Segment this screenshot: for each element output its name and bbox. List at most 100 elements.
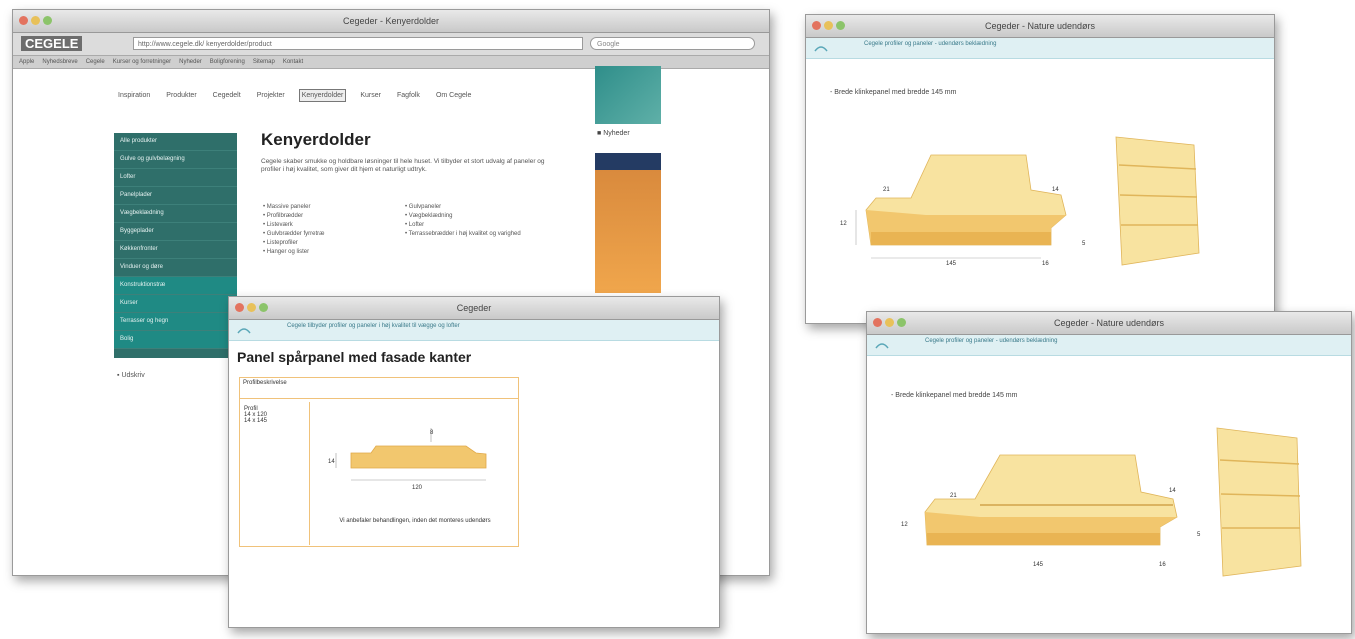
side-menu-item[interactable]: Køkkenfronter bbox=[114, 241, 237, 259]
bullet-link[interactable]: Vægbeklædning bbox=[405, 212, 545, 221]
ad-banner-wood[interactable] bbox=[595, 153, 661, 293]
dim-label: 8 bbox=[430, 430, 434, 436]
bullet-link[interactable]: Hanger og lister bbox=[263, 248, 383, 257]
bookmark-item[interactable]: Nyheder bbox=[179, 59, 202, 65]
wall-panel-drawing bbox=[1216, 427, 1302, 577]
window-title: Cegeder - Nature udendørs bbox=[1053, 318, 1165, 328]
bookmark-item[interactable]: Cegele bbox=[86, 59, 105, 65]
main-title-bar: Cegeder - Kenyerdolder bbox=[13, 10, 769, 33]
nav-item[interactable]: Cegedelt bbox=[211, 90, 243, 101]
search-input[interactable]: Google bbox=[590, 37, 755, 50]
info-text: Cegele tilbyder profiler og paneler i hø… bbox=[287, 323, 460, 329]
side-menu-item[interactable]: Lofter bbox=[114, 169, 237, 187]
bullets-right: GulvpanelerVægbeklædningLofterTerrassebr… bbox=[405, 203, 545, 239]
zoom-icon[interactable] bbox=[836, 21, 845, 30]
ad-banner-top[interactable] bbox=[595, 66, 661, 124]
wall-panel-drawing bbox=[1115, 136, 1200, 266]
window-controls[interactable] bbox=[235, 303, 268, 312]
side-menu-item[interactable]: Byggeplader bbox=[114, 223, 237, 241]
bullet-link[interactable]: Profilbrædder bbox=[263, 212, 383, 221]
window-title: Cegeder - Nature udendørs bbox=[984, 21, 1096, 31]
close-icon[interactable] bbox=[235, 303, 244, 312]
intro-paragraph: Cegele skaber smukke og holdbare løsning… bbox=[261, 158, 545, 173]
browser-toolbar: CEGELE http://www.cegele.dk/ kenyerdolde… bbox=[13, 33, 769, 56]
profile-window-2-title-bar: Cegeder - Nature udendørs bbox=[867, 312, 1351, 335]
dim-label: 21 bbox=[950, 493, 957, 499]
info-bar: Cegele profiler og paneler - udendørs be… bbox=[806, 38, 1274, 59]
cegele-logo-icon bbox=[875, 343, 889, 349]
side-menu-item[interactable]: Vægbeklædning bbox=[114, 205, 237, 223]
address-bar[interactable]: http://www.cegele.dk/ kenyerdolder/produ… bbox=[133, 37, 583, 50]
info-text: Cegele profiler og paneler - udendørs be… bbox=[925, 338, 1058, 344]
profile-3d-drawing bbox=[855, 154, 1067, 259]
close-icon[interactable] bbox=[873, 318, 882, 327]
window-title: Cegeder - Kenyerdolder bbox=[342, 16, 440, 26]
info-bar: Cegele tilbyder profiler og paneler i hø… bbox=[229, 320, 719, 341]
side-menu-item[interactable]: Panelplader bbox=[114, 187, 237, 205]
dim-label: 14 bbox=[1052, 187, 1059, 193]
bullet-link[interactable]: Gulvpaneler bbox=[405, 203, 545, 212]
zoom-icon[interactable] bbox=[259, 303, 268, 312]
bookmark-item[interactable]: Boligforening bbox=[210, 59, 245, 65]
close-icon[interactable] bbox=[812, 21, 821, 30]
print-label: Udskriv bbox=[121, 372, 145, 379]
bullet-link[interactable]: Listeprofiler bbox=[263, 239, 383, 248]
dim-label: 145 bbox=[1033, 562, 1044, 568]
side-menu-item[interactable]: Konstruktionstræ bbox=[114, 277, 237, 295]
nav-item[interactable]: Kurser bbox=[358, 90, 383, 101]
close-icon[interactable] bbox=[19, 16, 28, 25]
minimize-icon[interactable] bbox=[824, 21, 833, 30]
profile-3d-drawing bbox=[924, 454, 1178, 546]
minimize-icon[interactable] bbox=[247, 303, 256, 312]
bookmark-item[interactable]: Apple bbox=[19, 59, 34, 65]
bullet-link[interactable]: Lofter bbox=[405, 221, 545, 230]
nav-item[interactable]: Fagfolk bbox=[395, 90, 422, 101]
bookmark-item[interactable]: Nyhedsbreve bbox=[42, 59, 77, 65]
ad-label-text: Nyheder bbox=[603, 130, 630, 137]
window-controls[interactable] bbox=[873, 318, 906, 327]
site-nav: Inspiration Produkter Cegedelt Projekter Ken… bbox=[116, 89, 485, 102]
side-menu-item[interactable]: Alle produkter bbox=[114, 133, 237, 151]
print-link[interactable]: ▪ Udskriv bbox=[117, 372, 145, 379]
bullet-link[interactable]: Gulvbrædder fyrretræ bbox=[263, 230, 383, 239]
frame-left-list: Profil 14 x 120 14 x 145 bbox=[240, 402, 310, 545]
side-menu: Alle produkter Gulve og gulvbelægning Loft… bbox=[114, 133, 237, 358]
nav-item[interactable]: Inspiration bbox=[116, 90, 152, 101]
bookmark-item[interactable]: Kontakt bbox=[283, 59, 303, 65]
bullet-link[interactable]: Terrassebrædder i høj kvalitet og varigh… bbox=[405, 230, 545, 239]
cegele-logo-icon bbox=[814, 46, 828, 52]
cegele-logo-icon bbox=[237, 328, 251, 334]
side-menu-item[interactable]: Bolig bbox=[114, 331, 237, 349]
window-controls[interactable] bbox=[19, 16, 52, 25]
nav-item[interactable]: Kenyerdolder bbox=[298, 89, 347, 102]
info-text: Cegele profiler og paneler - udendørs be… bbox=[864, 41, 997, 47]
profile-window-2: Cegeder - Nature udendørs Cegele profile… bbox=[866, 311, 1352, 634]
profile-window-1-title-bar: Cegeder - Nature udendørs bbox=[806, 15, 1274, 38]
zoom-icon[interactable] bbox=[897, 318, 906, 327]
info-bar: Cegele profiler og paneler - udendørs be… bbox=[867, 335, 1351, 356]
zoom-icon[interactable] bbox=[43, 16, 52, 25]
bullet-link[interactable]: Listeværk bbox=[263, 221, 383, 230]
side-menu-item[interactable]: Terrasser og hegn bbox=[114, 313, 237, 331]
bullet-link[interactable]: Massive paneler bbox=[263, 203, 383, 212]
dim-label: 12 bbox=[840, 221, 847, 227]
minimize-icon[interactable] bbox=[885, 318, 894, 327]
dim-label: 14 bbox=[328, 459, 335, 465]
side-menu-item[interactable]: Kurser bbox=[114, 295, 237, 313]
profile-window-1: Cegeder - Nature udendørs Cegele profile… bbox=[805, 14, 1275, 324]
nav-item[interactable]: Produkter bbox=[164, 90, 198, 101]
page-title: Kenyerdolder bbox=[261, 130, 371, 149]
profile-caption: - Brede klinkepanel med bredde 145 mm bbox=[891, 392, 1018, 399]
profile-list-item[interactable]: 14 x 145 bbox=[244, 418, 305, 424]
minimize-icon[interactable] bbox=[31, 16, 40, 25]
window-controls[interactable] bbox=[812, 21, 845, 30]
nav-item[interactable]: Om Cegele bbox=[434, 90, 473, 101]
site-logo[interactable]: CEGELE bbox=[21, 36, 83, 51]
nav-item[interactable]: Projekter bbox=[255, 90, 287, 101]
ad-label: ■ Nyheder bbox=[597, 130, 630, 137]
dim-label: 16 bbox=[1159, 562, 1166, 568]
bookmark-item[interactable]: Sitemap bbox=[253, 59, 275, 65]
side-menu-item[interactable]: Vinduer og døre bbox=[114, 259, 237, 277]
bookmark-item[interactable]: Kurser og forretninger bbox=[113, 59, 171, 65]
side-menu-item[interactable]: Gulve og gulvbelægning bbox=[114, 151, 237, 169]
